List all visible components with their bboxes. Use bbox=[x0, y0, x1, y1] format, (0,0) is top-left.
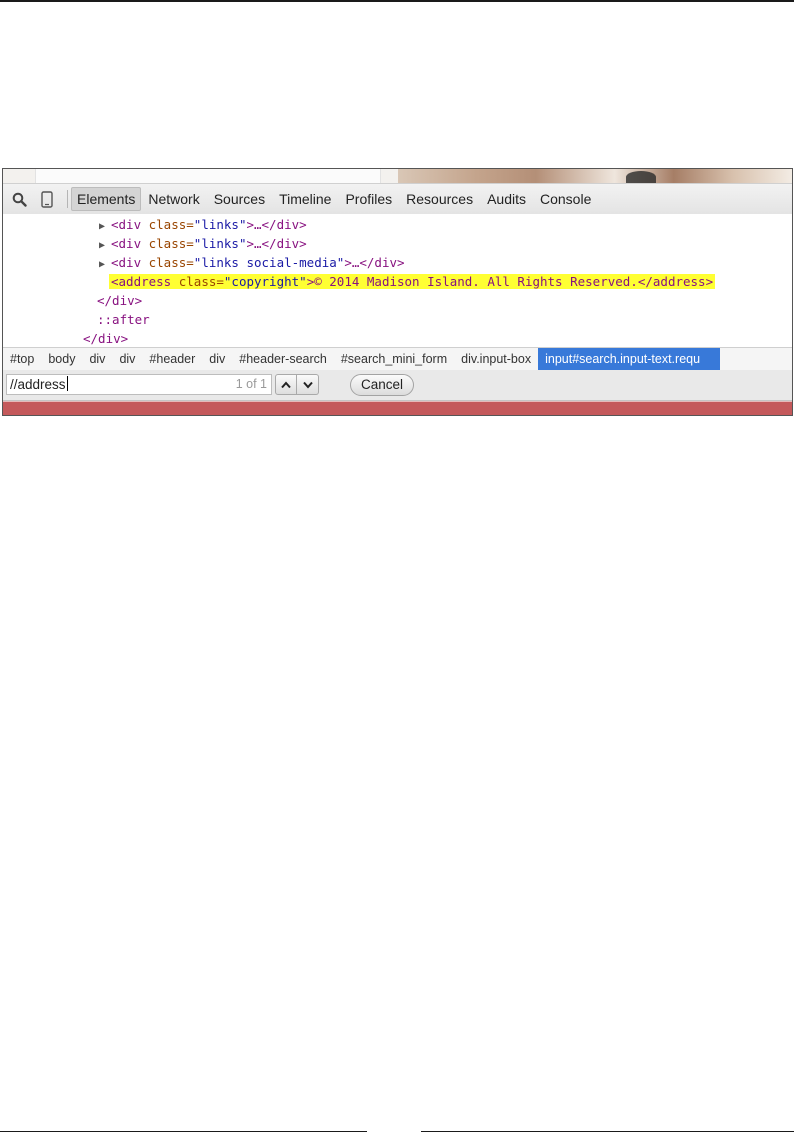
dom-node-links[interactable]: ▶ <div class="links">…</div> bbox=[99, 215, 307, 234]
tab-audits[interactable]: Audits bbox=[480, 188, 533, 210]
tab-console[interactable]: Console bbox=[533, 188, 598, 210]
breadcrumb-item[interactable]: div bbox=[82, 348, 112, 370]
search-query: //address bbox=[10, 376, 68, 392]
breadcrumb-item[interactable]: body bbox=[41, 348, 82, 370]
dom-node-close-div[interactable]: </div> bbox=[83, 329, 128, 348]
page-content-box bbox=[35, 169, 381, 183]
dom-tree: ▶ <div class="links">…</div> ▶ <div class=… bbox=[3, 214, 792, 347]
breadcrumb-item[interactable]: div.input-box bbox=[454, 348, 538, 370]
toolbar-separator bbox=[67, 190, 68, 208]
page-background-strip bbox=[3, 169, 792, 183]
chevron-down-icon bbox=[302, 381, 313, 389]
previous-match-button[interactable] bbox=[275, 374, 297, 395]
footer-rule-left bbox=[0, 1131, 367, 1132]
text-caret bbox=[66, 376, 68, 391]
breadcrumb-item[interactable]: div bbox=[112, 348, 142, 370]
devtools-screenshot: Elements Network Sources Timeline Profil… bbox=[2, 168, 793, 416]
footer-rule-right bbox=[421, 1131, 794, 1132]
tab-timeline[interactable]: Timeline bbox=[272, 188, 338, 210]
tab-network[interactable]: Network bbox=[141, 188, 206, 210]
cancel-button[interactable]: Cancel bbox=[350, 374, 414, 396]
dom-node-after-pseudo[interactable]: ::after bbox=[97, 310, 150, 329]
page-top-rule bbox=[0, 0, 794, 2]
devtools-toolbar: Elements Network Sources Timeline Profil… bbox=[3, 183, 792, 215]
chevron-up-icon bbox=[281, 380, 291, 388]
breadcrumb-item[interactable]: #top bbox=[3, 348, 41, 370]
tab-profiles[interactable]: Profiles bbox=[338, 188, 399, 210]
breadcrumb-item[interactable]: #search_mini_form bbox=[334, 348, 454, 370]
breadcrumb-item[interactable]: #header-search bbox=[232, 348, 334, 370]
page-hero-photo bbox=[398, 169, 792, 183]
breadcrumb-item[interactable]: div bbox=[202, 348, 232, 370]
search-match-highlight: <address class="copyright">© 2014 Madiso… bbox=[109, 274, 716, 289]
tab-sources[interactable]: Sources bbox=[207, 188, 272, 210]
dom-node-links-social-media[interactable]: ▶ <div class="links social-media">…</div> bbox=[99, 253, 405, 272]
next-match-button[interactable] bbox=[297, 374, 319, 395]
magnifier-icon[interactable] bbox=[9, 184, 29, 214]
mobile-device-icon[interactable] bbox=[37, 184, 57, 214]
devtools-tabs: Elements Network Sources Timeline Profil… bbox=[71, 184, 598, 214]
tab-elements[interactable]: Elements bbox=[71, 187, 142, 211]
dom-node-close-div[interactable]: </div> bbox=[97, 291, 142, 310]
breadcrumb-item[interactable]: #header bbox=[142, 348, 202, 370]
page-background-bottom bbox=[3, 401, 792, 415]
dom-node-links[interactable]: ▶ <div class="links">…</div> bbox=[99, 234, 307, 253]
search-input[interactable]: //address 1 of 1 bbox=[6, 374, 272, 395]
breadcrumb-item-selected[interactable]: input#search.input-text.requ bbox=[538, 348, 721, 370]
tab-resources[interactable]: Resources bbox=[399, 188, 480, 210]
match-count: 1 of 1 bbox=[235, 377, 267, 391]
dom-breadcrumb: #top body div div #header div #header-se… bbox=[3, 347, 792, 371]
find-bar: //address 1 of 1 Cancel bbox=[3, 370, 792, 401]
dom-node-address-highlighted[interactable]: <address class="copyright">© 2014 Madiso… bbox=[109, 272, 716, 291]
